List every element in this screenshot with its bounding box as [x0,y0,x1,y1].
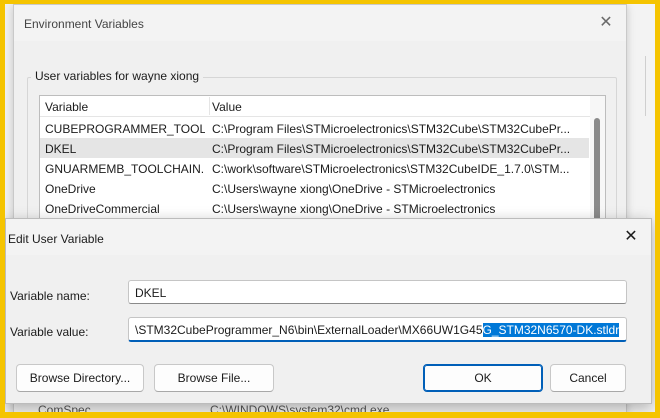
background-window-divider [645,56,646,116]
row-variable: OneDrive [45,182,96,196]
variable-name-label: Variable name: [10,289,90,303]
variable-value-unselected: \STM32CubeProgrammer_N6\bin\ExternalLoad… [135,323,483,337]
edit-close-icon[interactable]: ✕ [619,226,643,248]
row-variable: OneDriveCommercial [45,202,160,216]
row-variable: CUBEPROGRAMMER_TOOL... [45,122,205,136]
variable-value-text: \STM32CubeProgrammer_N6\bin\ExternalLoad… [135,323,620,337]
variable-name-field[interactable]: DKEL [128,280,627,304]
browse-file-button[interactable]: Browse File... [154,364,274,392]
variable-value-field[interactable]: \STM32CubeProgrammer_N6\bin\ExternalLoad… [128,317,627,342]
row-variable: DKEL [45,142,77,156]
env-close-icon[interactable]: ✕ [594,12,618,34]
row-value: C:\work\software\STMicroelectronics\STM3… [212,162,570,176]
row-value: C:\Users\wayne xiong\OneDrive - STMicroe… [212,202,496,216]
table-row[interactable]: OneDriveCommercial C:\Users\wayne xiong\… [40,198,589,218]
column-header-value[interactable]: Value [212,100,242,114]
edit-user-variable-dialog: Edit User Variable ✕ Variable name: DKEL… [5,218,652,404]
variable-value-label: Variable value: [10,325,89,339]
screenshot-frame: Environment Variables ✕ User variables f… [5,4,655,412]
column-header-variable[interactable]: Variable [45,100,88,114]
user-variables-list[interactable]: Variable Value CUBEPROGRAMMER_TOOL... C:… [39,95,606,221]
table-row[interactable]: OneDrive C:\Users\wayne xiong\OneDrive -… [40,178,589,198]
env-titlebar: Environment Variables ✕ [14,5,626,41]
system-variable-name-partial: ComSpec [38,403,91,412]
row-value: C:\Program Files\STMicroelectronics\STM3… [212,122,571,136]
column-divider[interactable] [209,97,210,115]
system-variable-value-partial: C:\WINDOWS\system32\cmd.exe [210,403,390,412]
variable-name-text: DKEL [135,286,167,300]
table-row[interactable]: CUBEPROGRAMMER_TOOL... C:\Program Files\… [40,118,589,138]
user-variables-label: User variables for wayne xiong [31,69,204,83]
ok-button[interactable]: OK [423,364,543,392]
variable-value-selection: G_STM32N6570-DK.stldr [482,323,620,337]
row-value: C:\Program Files\STMicroelectronics\STM3… [212,142,571,156]
browse-directory-button[interactable]: Browse Directory... [16,364,144,392]
row-variable: GNUARMEMB_TOOLCHAIN... [45,162,205,176]
env-window-title: Environment Variables [24,17,144,31]
edit-titlebar: Edit User Variable ✕ [6,219,651,255]
list-scrollbar[interactable] [590,96,605,220]
list-header: Variable Value [40,96,605,117]
cancel-button[interactable]: Cancel [550,364,626,392]
row-value: C:\Users\wayne xiong\OneDrive - STMicroe… [212,182,496,196]
edit-dialog-title: Edit User Variable [8,232,104,246]
table-row-selected[interactable]: DKEL C:\Program Files\STMicroelectronics… [40,138,589,158]
list-scrollbar-thumb[interactable] [594,118,600,220]
table-row[interactable]: GNUARMEMB_TOOLCHAIN... C:\work\software\… [40,158,589,178]
